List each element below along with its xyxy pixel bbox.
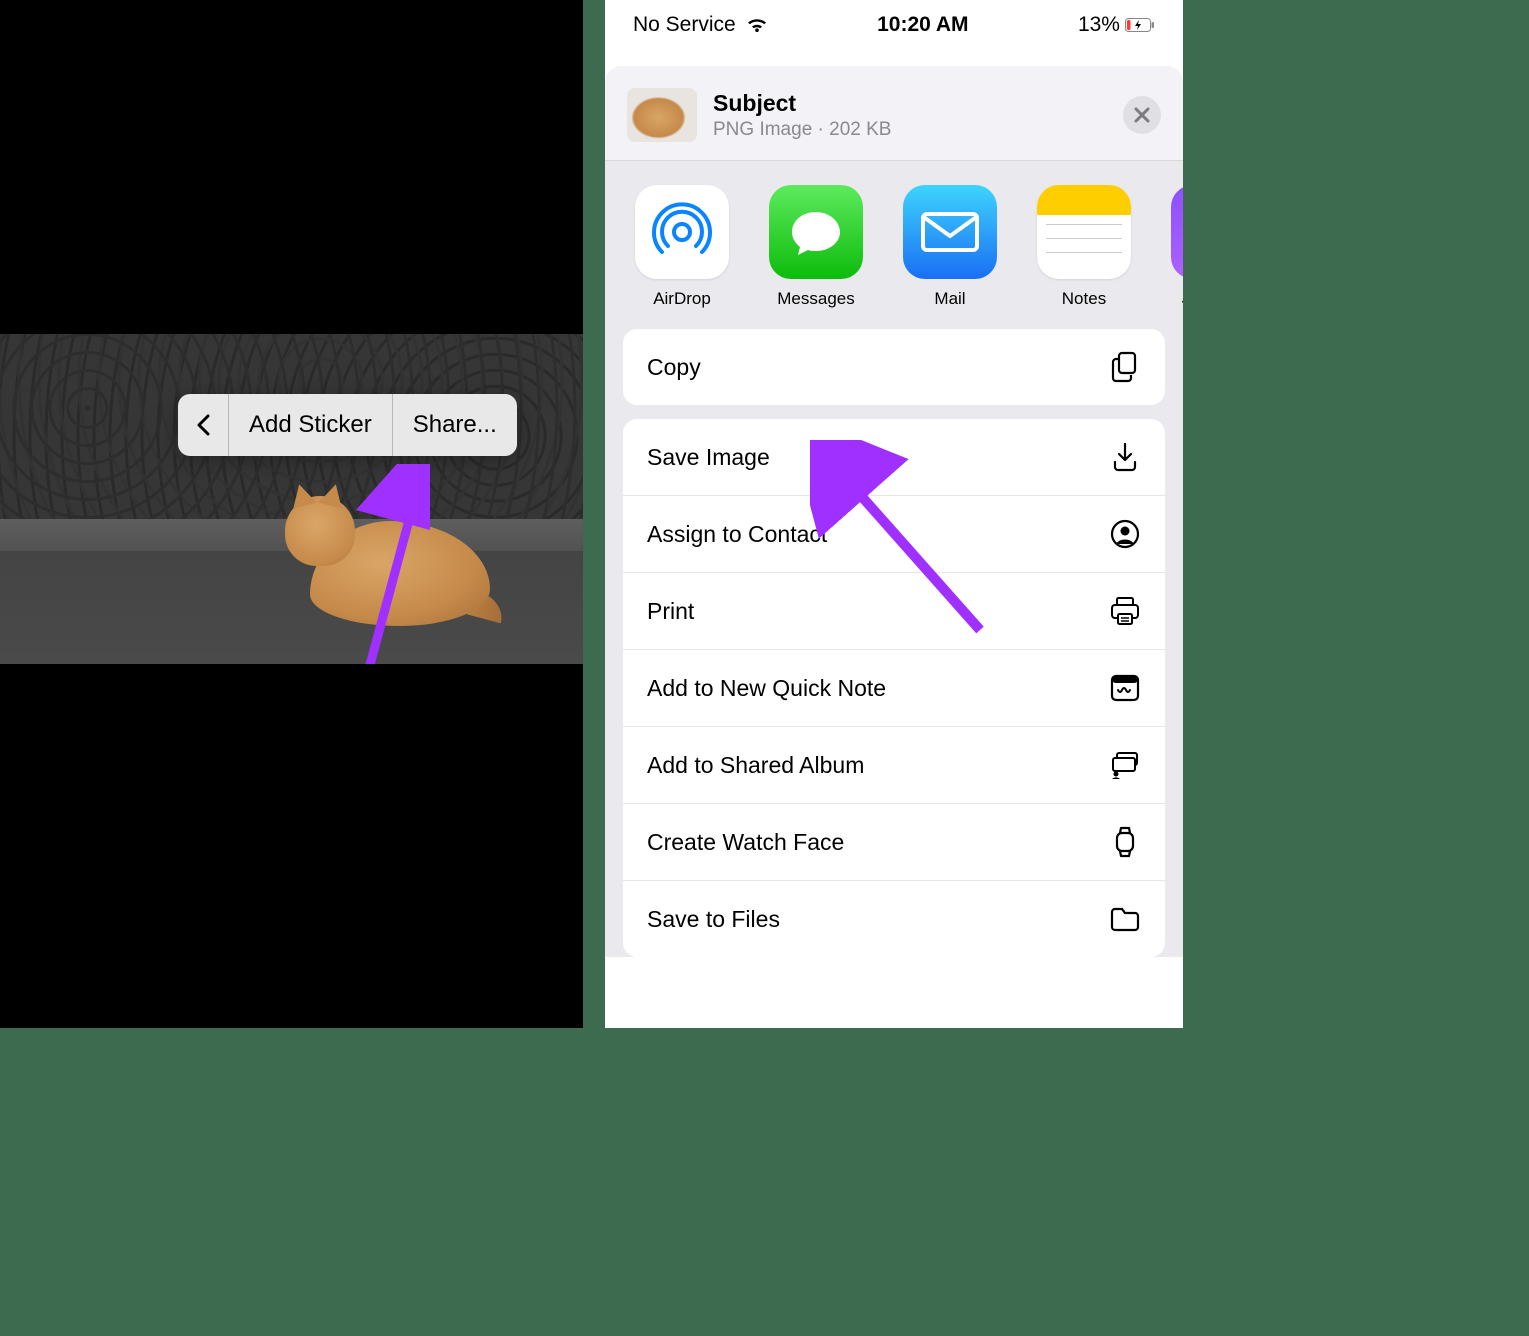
add-sticker-button[interactable]: Add Sticker <box>229 394 392 456</box>
quick-note-icon <box>1109 672 1141 704</box>
close-icon <box>1134 107 1150 123</box>
close-button[interactable] <box>1123 96 1161 134</box>
watch-face-label: Create Watch Face <box>647 829 844 856</box>
shared-album-action[interactable]: Add to Shared Album <box>623 727 1165 804</box>
share-subtitle: PNG Image · 202 KB <box>713 119 1107 141</box>
shared-album-label: Add to Shared Album <box>647 752 864 779</box>
chevron-left-icon <box>196 414 210 436</box>
share-sheet-header: Subject PNG Image · 202 KB <box>605 66 1183 161</box>
messages-icon <box>769 185 863 279</box>
airdrop-app[interactable]: AirDrop <box>635 185 729 309</box>
print-icon <box>1109 595 1141 627</box>
context-menu-back-button[interactable] <box>178 394 228 456</box>
print-label: Print <box>647 598 694 625</box>
carrier-text: No Service <box>633 13 736 37</box>
photo-preview[interactable]: Add Sticker Share... <box>0 334 583 664</box>
copy-action[interactable]: Copy <box>623 329 1165 405</box>
watch-face-action[interactable]: Create Watch Face <box>623 804 1165 881</box>
notes-label: Notes <box>1062 289 1106 309</box>
assign-to-contact-action[interactable]: Assign to Contact <box>623 496 1165 573</box>
shared-album-icon <box>1109 749 1141 781</box>
photo-viewer-panel: Add Sticker Share... <box>0 0 583 1028</box>
save-files-label: Save to Files <box>647 906 780 933</box>
quick-note-label: Add to New Quick Note <box>647 675 886 702</box>
mail-icon <box>903 185 997 279</box>
status-bar: No Service 10:20 AM 13% <box>605 0 1183 50</box>
copy-icon <box>1109 351 1141 383</box>
share-app-row[interactable]: AirDrop Messages Mail Notes J <box>605 161 1183 329</box>
folder-icon <box>1109 903 1141 935</box>
notes-icon <box>1037 185 1131 279</box>
save-image-label: Save Image <box>647 444 770 471</box>
context-menu: Add Sticker Share... <box>178 394 517 456</box>
action-group-secondary: Save Image Assign to Contact Print Add t… <box>623 419 1165 957</box>
mail-label: Mail <box>934 289 965 309</box>
airdrop-label: AirDrop <box>653 289 711 309</box>
journal-icon <box>1171 185 1183 279</box>
notes-app[interactable]: Notes <box>1037 185 1131 309</box>
quick-note-action[interactable]: Add to New Quick Note <box>623 650 1165 727</box>
messages-label: Messages <box>777 289 854 309</box>
print-action[interactable]: Print <box>623 573 1165 650</box>
battery-charging-icon <box>1125 18 1155 32</box>
subject-cat <box>290 476 490 626</box>
action-group-primary: Copy <box>623 329 1165 405</box>
save-to-files-action[interactable]: Save to Files <box>623 881 1165 957</box>
share-button[interactable]: Share... <box>393 394 517 456</box>
download-icon <box>1109 441 1141 473</box>
journal-app[interactable]: J <box>1171 185 1183 309</box>
messages-app[interactable]: Messages <box>769 185 863 309</box>
airdrop-icon <box>635 185 729 279</box>
share-thumbnail <box>627 88 697 142</box>
action-area: Copy Save Image Assign to Contact Pr <box>605 329 1183 957</box>
watch-icon <box>1109 826 1141 858</box>
wifi-icon <box>746 17 768 33</box>
assign-contact-label: Assign to Contact <box>647 521 827 548</box>
status-time: 10:20 AM <box>877 13 968 37</box>
share-title: Subject <box>713 90 1107 117</box>
share-sheet-panel: No Service 10:20 AM 13% Subject PNG Imag… <box>605 0 1183 1028</box>
copy-label: Copy <box>647 354 701 381</box>
save-image-action[interactable]: Save Image <box>623 419 1165 496</box>
mail-app[interactable]: Mail <box>903 185 997 309</box>
contact-icon <box>1109 518 1141 550</box>
journal-label: J <box>1182 289 1183 309</box>
battery-percentage: 13% <box>1078 13 1120 37</box>
